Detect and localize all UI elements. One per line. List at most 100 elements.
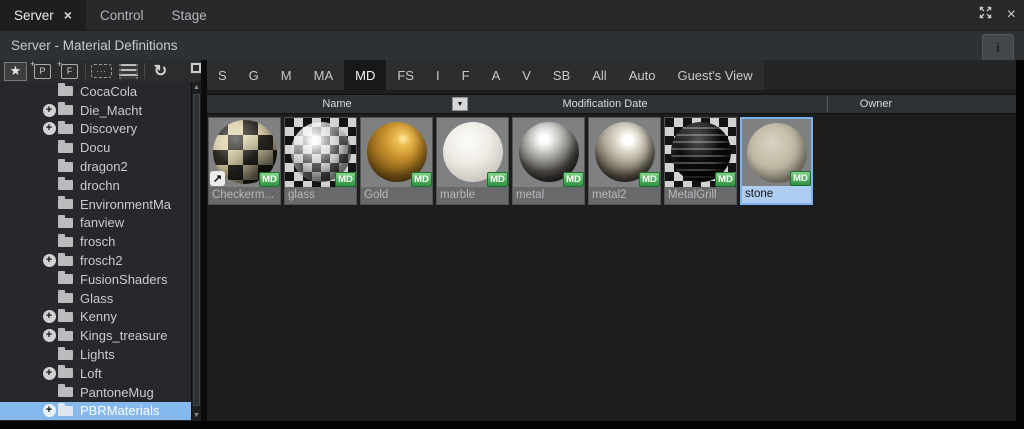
material-tile[interactable]: MD MetalGrill bbox=[664, 117, 737, 205]
tree-item-label: Glass bbox=[80, 290, 114, 306]
tree-item[interactable]: Discovery bbox=[0, 120, 191, 139]
expand-plus-icon[interactable] bbox=[42, 122, 56, 135]
expand-icon[interactable] bbox=[978, 5, 993, 25]
refresh-button[interactable] bbox=[149, 62, 172, 81]
window-tab-label: Control bbox=[99, 7, 144, 23]
column-header-owner[interactable]: Owner bbox=[796, 95, 956, 113]
tree-item[interactable]: Loft bbox=[0, 364, 191, 383]
close-icon[interactable]: × bbox=[1007, 7, 1016, 23]
filter-tab[interactable]: FS bbox=[386, 60, 425, 90]
folder-icon bbox=[58, 271, 73, 285]
add-project-button[interactable]: P bbox=[30, 59, 54, 81]
filter-tab[interactable]: MD bbox=[344, 60, 387, 90]
panel-title-bar: Server - Material Definitions i bbox=[0, 30, 1024, 61]
tree-item[interactable]: Kings_treasure bbox=[0, 326, 191, 345]
filter-tab[interactable]: G bbox=[238, 60, 270, 90]
column-header-modification-date[interactable]: Modification Date bbox=[525, 95, 685, 113]
material-tile[interactable]: MD stone bbox=[740, 117, 813, 205]
filter-tab[interactable]: M bbox=[270, 60, 303, 90]
tree-item[interactable]: Docu bbox=[0, 138, 191, 157]
filter-tab[interactable]: SB bbox=[542, 60, 581, 90]
expand-plus-icon[interactable] bbox=[42, 104, 56, 117]
tree-item-label: drochn bbox=[80, 177, 120, 193]
expand-plus-icon[interactable] bbox=[42, 404, 56, 417]
md-badge: MD bbox=[563, 172, 584, 187]
expand-plus-icon[interactable] bbox=[42, 367, 56, 380]
tree-scrollbar[interactable]: ▲ ▼ bbox=[191, 82, 201, 421]
tree-toolbar: P F bbox=[0, 59, 202, 82]
thumbnail-list-icon bbox=[119, 63, 138, 79]
folder-icon bbox=[58, 196, 73, 210]
filter-tab[interactable]: I bbox=[425, 60, 451, 90]
favorites-star-button[interactable] bbox=[4, 61, 27, 81]
filter-tab-label: V bbox=[522, 67, 531, 83]
filter-tab[interactable]: Auto bbox=[618, 60, 667, 90]
md-badge: MD bbox=[259, 172, 280, 187]
filter-tab[interactable]: V bbox=[511, 60, 542, 90]
window-tab[interactable]: Control × bbox=[86, 0, 158, 30]
material-name: glass bbox=[285, 187, 356, 204]
filter-tab-label: F bbox=[461, 67, 470, 83]
tree-item[interactable]: PBRMaterials bbox=[0, 401, 191, 421]
tree-item[interactable]: frosch2 bbox=[0, 251, 191, 270]
add-file-button[interactable]: F bbox=[57, 59, 81, 81]
filter-tab[interactable]: MA bbox=[303, 60, 345, 90]
tree-item[interactable]: EnvironmentMa bbox=[0, 195, 191, 214]
tree-item-label: Docu bbox=[80, 140, 111, 156]
selection-mode-button[interactable] bbox=[90, 62, 113, 81]
filter-tab[interactable]: All bbox=[581, 60, 617, 90]
tree-item-label: fanview bbox=[80, 215, 125, 231]
scroll-down-arrow-icon[interactable]: ▼ bbox=[192, 410, 201, 421]
tree-item[interactable]: drochn bbox=[0, 176, 191, 195]
tree-item[interactable]: dragon2 bbox=[0, 157, 191, 176]
material-tile[interactable]: MD Gold bbox=[360, 117, 433, 205]
expand-plus-icon[interactable] bbox=[42, 310, 56, 323]
list-view-button[interactable] bbox=[117, 62, 140, 81]
add-project-icon: P bbox=[30, 59, 51, 79]
md-badge: MD bbox=[790, 171, 811, 186]
filter-tab[interactable]: Guest's View bbox=[666, 60, 763, 90]
tree-item[interactable]: PantoneMug bbox=[0, 383, 191, 402]
material-tile[interactable]: MD marble bbox=[436, 117, 509, 205]
material-thumbnail: MD bbox=[437, 118, 508, 187]
tree-item[interactable]: Kenny bbox=[0, 308, 191, 327]
column-dropdown-button[interactable] bbox=[452, 97, 468, 111]
expand-plus-icon[interactable] bbox=[42, 329, 56, 342]
column-header-name[interactable]: Name bbox=[267, 95, 407, 113]
scrollbar-thumb[interactable] bbox=[193, 94, 200, 406]
tree-item[interactable]: fanview bbox=[0, 214, 191, 233]
filter-tab-label: S bbox=[218, 67, 227, 83]
project-tree: CocaCola Die_Macht Discovery Docu dragon… bbox=[0, 82, 191, 421]
tree-item[interactable]: Die_Macht bbox=[0, 101, 191, 120]
info-button[interactable]: i bbox=[982, 34, 1014, 61]
filter-tab[interactable]: F bbox=[451, 60, 481, 90]
tree-item[interactable]: Glass bbox=[0, 289, 191, 308]
material-tile[interactable]: MD glass bbox=[284, 117, 357, 205]
material-thumbnail: MD bbox=[742, 119, 811, 186]
material-tile[interactable]: MD metal2 bbox=[588, 117, 661, 205]
window-tab[interactable]: Stage × bbox=[157, 0, 220, 30]
dashed-selection-icon bbox=[91, 64, 112, 78]
tree-item-label: Lights bbox=[80, 347, 115, 363]
window-tab[interactable]: Server × bbox=[0, 0, 86, 30]
folder-icon bbox=[58, 327, 73, 341]
expand-plus-icon[interactable] bbox=[42, 254, 56, 267]
folder-icon bbox=[58, 139, 73, 153]
folder-icon bbox=[58, 177, 73, 191]
material-tile[interactable]: MD Checkerm... bbox=[208, 117, 281, 205]
filter-tab[interactable]: S bbox=[207, 60, 238, 90]
tree-item[interactable]: FusionShaders bbox=[0, 270, 191, 289]
scroll-up-arrow-icon[interactable]: ▲ bbox=[192, 82, 201, 93]
tab-close-icon[interactable]: × bbox=[64, 8, 72, 22]
filter-tab-label: A bbox=[491, 67, 501, 83]
material-tile[interactable]: MD metal bbox=[512, 117, 585, 205]
filter-tab-label: I bbox=[435, 67, 440, 83]
folder-icon bbox=[58, 233, 73, 247]
folder-icon bbox=[58, 120, 73, 134]
tree-item[interactable]: CocaCola bbox=[0, 82, 191, 101]
tree-item[interactable]: frosch bbox=[0, 232, 191, 251]
filter-tab[interactable]: A bbox=[481, 60, 512, 90]
tree-item[interactable]: Lights bbox=[0, 345, 191, 364]
material-thumbnail: MD bbox=[361, 118, 432, 187]
tree-item-label: PantoneMug bbox=[80, 384, 154, 400]
